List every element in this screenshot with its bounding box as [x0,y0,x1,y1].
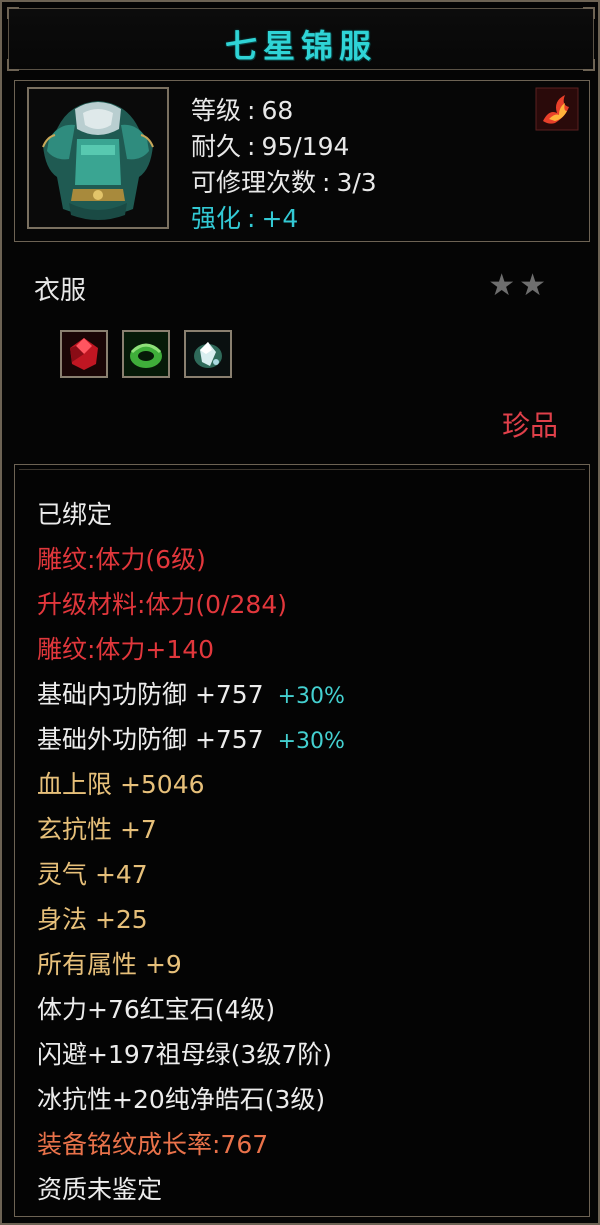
all-attributes: 所有属性 +9 [37,950,182,979]
flame-emblem-icon [535,87,579,131]
level-label: 等级 [191,96,242,125]
spirit: 灵气 +47 [37,860,148,889]
engrave-stat: 雕纹:体力(6级) [37,545,206,574]
gem-socket-crystal: 冰抗性+20纯净皓石(3级) [37,1085,326,1114]
gem-socket-emerald: 闪避+197祖母绿(3级7阶) [37,1040,332,1069]
repair-label: 可修理次数 [191,168,317,197]
level-line: 等级:68 [191,96,294,125]
outer-defense-bonus: +30% [277,729,345,754]
title-bar: 七星锦服 [7,7,595,71]
durability-line: 耐久:95/194 [191,132,350,161]
agility: 身法 +25 [37,905,148,934]
durability-label: 耐久 [191,132,242,161]
item-header-panel: 等级:68 耐久:95/194 可修理次数:3/3 强化: +4 [14,80,590,242]
enhance-line: 强化: +4 [191,204,299,233]
white-crystal-icon[interactable] [184,330,232,378]
corner-ornament [7,7,19,19]
red-gem-icon[interactable] [60,330,108,378]
outer-defense-line: 基础外功防御 +757 +30% [37,720,345,756]
outer-defense: 基础外功防御 +757 [37,725,264,754]
level-value: 68 [261,96,294,125]
inner-defense-bonus: +30% [277,684,345,709]
star-rating: ★★ [488,268,550,303]
durability-value: 95/194 [261,132,350,161]
star-icon: ★ [488,268,520,303]
green-jade-ring-icon[interactable] [122,330,170,378]
gem-socket-ruby: 体力+76红宝石(4级) [37,995,276,1024]
item-category: 衣服 [34,276,87,306]
mystic-resist: 玄抗性 +7 [37,815,157,844]
enhance-label: 强化 [191,204,242,233]
enhance-value: +4 [261,204,299,233]
repair-line: 可修理次数:3/3 [191,168,377,197]
max-hp: 血上限 +5046 [37,770,205,799]
armor-portrait-icon [27,87,169,229]
growth-rate: 装备铭纹成长率:767 [37,1130,269,1159]
corner-ornament [583,7,595,19]
item-details-panel: 已绑定 雕纹:体力(6级) 升级材料:体力(0/284) 雕纹:体力+140 基… [14,464,590,1217]
star-icon: ★ [519,268,550,303]
item-tooltip: 七星锦服 等级:68 耐久:95/194 可修理次数: 3/3 强化: +4… [0,0,600,1225]
aptitude-status: 资质未鉴定 [37,1175,163,1204]
item-name: 七星锦服 [224,27,377,65]
repair-value: 3/3 [336,168,377,197]
upgrade-material: 升级材料:体力(0/284) [37,590,287,619]
engrave-bonus: 雕纹:体力+140 [37,635,215,664]
bound-status: 已绑定 [37,500,113,529]
inner-defense: 基础内功防御 +757 [37,680,264,709]
rarity-label: 珍品 [501,409,558,442]
inner-defense-line: 基础内功防御 +757 +30% [37,675,345,711]
item-type-section: 衣服 ★★ 珍品 [14,252,590,457]
